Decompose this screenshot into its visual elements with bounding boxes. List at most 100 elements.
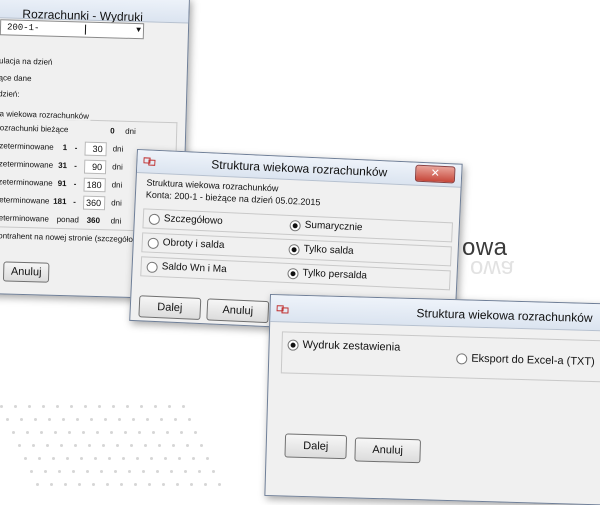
decorative-dot [28, 405, 31, 408]
decorative-dot [152, 431, 155, 434]
close-icon[interactable]: ✕ [414, 164, 456, 184]
decorative-dot [42, 405, 45, 408]
decorative-dot [34, 418, 37, 421]
decorative-dot [94, 457, 97, 460]
decorative-dot [80, 457, 83, 460]
decorative-dot [198, 470, 201, 473]
account-text-cursor [84, 24, 87, 35]
account-combobox[interactable]: 200-1- ▼ [0, 19, 145, 40]
decorative-dot [76, 418, 79, 421]
decorative-dot [78, 483, 81, 486]
decorative-dot [24, 457, 27, 460]
decorative-dot [130, 444, 133, 447]
decorative-dot [122, 457, 125, 460]
decorative-dot [184, 470, 187, 473]
aging-export-window: Struktura wiekowa rozrachunków Wydruk ze… [264, 294, 600, 505]
decorative-dot [146, 418, 149, 421]
aging-row-days-input[interactable]: 180 [83, 177, 106, 193]
aging-row-days-input[interactable]: 360 [82, 195, 106, 211]
next-button[interactable]: Dalej [138, 295, 202, 321]
label-date-calc: ulacja na dzień [0, 56, 53, 67]
cancel-button[interactable]: Anuluj [2, 261, 50, 283]
aging-row-days-input[interactable]: 30 [84, 141, 107, 157]
decorative-dot [132, 418, 135, 421]
aging-row-dash: - [74, 143, 78, 153]
decorative-dot [124, 431, 127, 434]
decorative-dot [68, 431, 71, 434]
decorative-dot [50, 483, 53, 486]
decorative-dot [128, 470, 131, 473]
decorative-dot [108, 457, 111, 460]
decorative-dot [6, 418, 9, 421]
label-balances-only[interactable]: Tylko salda [303, 244, 353, 257]
window-titlebar: Struktura wiekowa rozrachunków [270, 295, 600, 332]
aging-row-to: 360 [86, 215, 101, 226]
decorative-dot [104, 418, 107, 421]
decorative-dot [30, 470, 33, 473]
decorative-dot [206, 457, 209, 460]
decorative-dot [118, 418, 121, 421]
decorative-dot [66, 457, 69, 460]
decorative-dot [186, 444, 189, 447]
decorative-dot [52, 457, 55, 460]
cancel-button[interactable]: Anuluj [354, 437, 422, 464]
window-title: Struktura wiekowa rozrachunków [416, 306, 593, 326]
account-value: 200-1- [6, 22, 40, 34]
aging-row-over: ponad [56, 214, 80, 225]
aging-row-from: 181 [53, 196, 67, 207]
info-line-2: Konta: 200-1 - bieżące na dzień 05.02.20… [145, 189, 321, 208]
decorative-dot [32, 444, 35, 447]
decorative-dot [18, 444, 21, 447]
chevron-down-icon[interactable]: ▼ [136, 24, 141, 38]
decorative-dot [182, 405, 185, 408]
aging-row-from: 31 [58, 160, 68, 171]
aging-row-from: 1 [62, 143, 68, 153]
decorative-dot [88, 444, 91, 447]
decorative-dot [112, 405, 115, 408]
aging-row-days-input[interactable]: 90 [83, 159, 107, 175]
cancel-button[interactable]: Anuluj [206, 298, 270, 324]
aging-row-unit: dni [125, 126, 136, 137]
decorative-dot [86, 470, 89, 473]
decorative-dot [48, 418, 51, 421]
decorative-dot [12, 431, 15, 434]
decorative-dot [20, 418, 23, 421]
decorative-dot [38, 457, 41, 460]
aging-row-unit: dni [111, 198, 122, 208]
decorative-dot [40, 431, 43, 434]
new-page-checkbox-label[interactable]: kontrahent na nowej stronie (szczegółow [0, 231, 139, 244]
decorative-dot [100, 470, 103, 473]
aging-row-label: zeterminowane [0, 195, 50, 206]
decorative-dot [106, 483, 109, 486]
decorative-dot [98, 405, 101, 408]
decorative-dot [116, 444, 119, 447]
decorative-dot [126, 405, 129, 408]
decorative-dot [60, 444, 63, 447]
next-button[interactable]: Dalej [284, 433, 348, 460]
decorative-dot [92, 483, 95, 486]
decorative-dot [192, 457, 195, 460]
aging-row-label: rozrachunki bieżące [0, 123, 69, 135]
decorative-dot [46, 444, 49, 447]
label-data: ące dane [0, 73, 32, 84]
aging-row-label: rzeterminowane [0, 141, 54, 152]
decorative-dot [156, 470, 159, 473]
decorative-dot [164, 457, 167, 460]
decorative-dot [174, 418, 177, 421]
decorative-dot [138, 431, 141, 434]
decorative-dot [102, 444, 105, 447]
aging-row-label: rzeterminowane [0, 159, 54, 170]
aging-row-label: rzeterminowane [0, 177, 53, 188]
decorative-dot [178, 457, 181, 460]
decorative-dot [72, 470, 75, 473]
decorative-dot [136, 457, 139, 460]
aging-row-label: zeterminowane [0, 213, 50, 224]
decorative-dot [168, 405, 171, 408]
decorative-dot [158, 444, 161, 447]
decorative-dot [188, 418, 191, 421]
decorative-dot [56, 405, 59, 408]
decorative-dot [204, 483, 207, 486]
aging-row-unit: dni [110, 216, 122, 226]
decorative-dot [144, 444, 147, 447]
aging-row-to: 0 [110, 126, 115, 136]
